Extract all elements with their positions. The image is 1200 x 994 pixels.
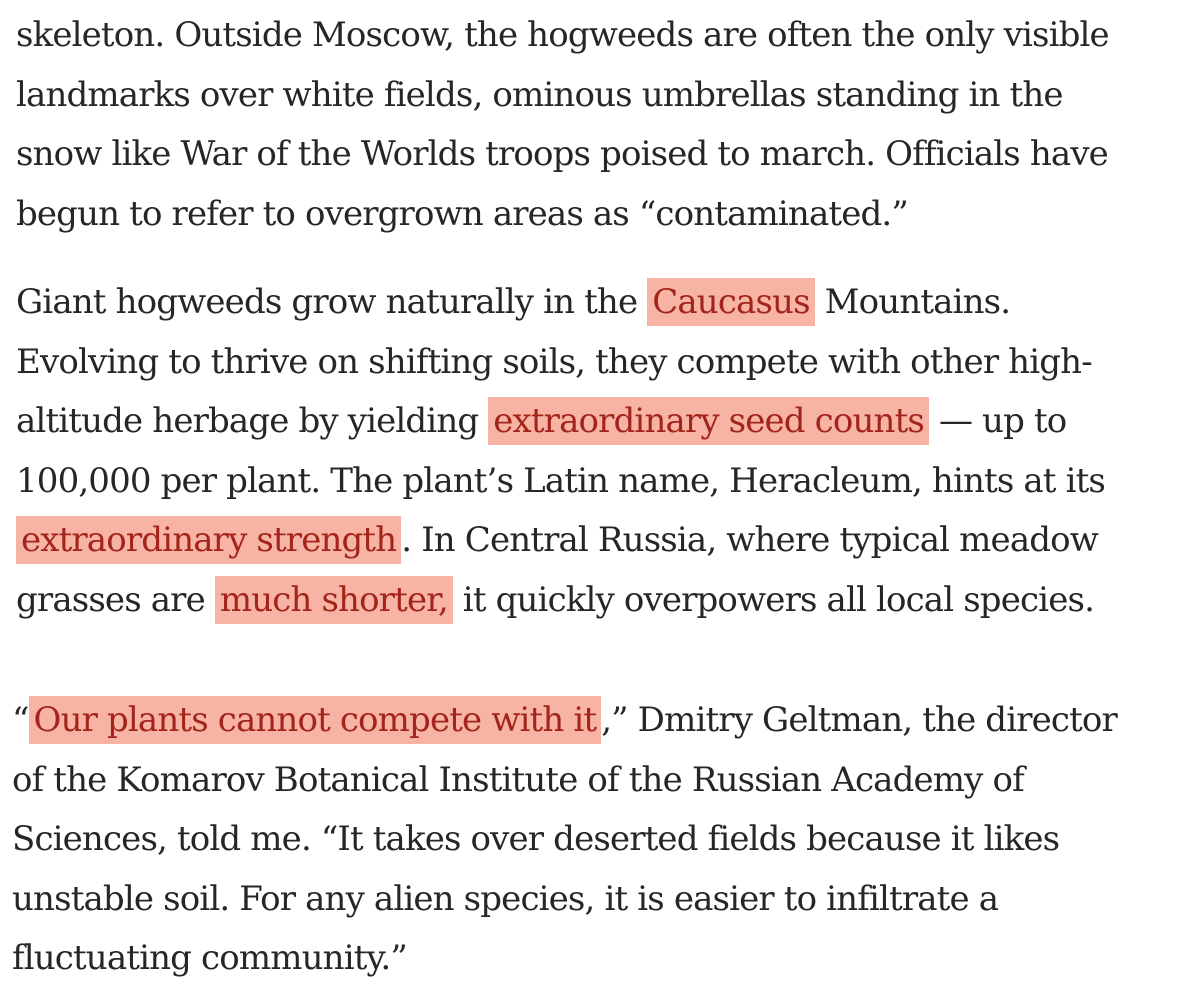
text-line: Sciences, told me. “It takes over desert…: [12, 810, 1117, 870]
text-line: landmarks over white fields, ominous umb…: [16, 66, 1109, 126]
text-segment: Mountains.: [814, 282, 1011, 322]
text-line: 100,000 per plant. The plant’s Latin nam…: [16, 452, 1106, 512]
highlighted-phrase[interactable]: extraordinary strength: [16, 516, 402, 564]
text-segment: “: [12, 700, 29, 740]
text-line: grasses are much shorter, it quickly ove…: [16, 571, 1105, 631]
article-body: skeleton. Outside Moscow, the hogweeds a…: [0, 0, 1200, 994]
text-segment: skeleton. Outside Moscow, the hogweeds a…: [16, 15, 1110, 55]
text-segment: altitude herbage by yielding: [16, 401, 489, 441]
text-segment: snow like War of the Worlds troops poise…: [16, 134, 1109, 174]
paragraph-hogweed-landmarks: skeleton. Outside Moscow, the hogweeds a…: [16, 6, 1110, 245]
text-line: begun to refer to overgrown areas as “co…: [16, 185, 1109, 245]
text-line: Evolving to thrive on shifting soils, th…: [16, 333, 1105, 393]
text-segment: unstable soil. For any alien species, it…: [12, 878, 999, 919]
text-line: skeleton. Outside Moscow, the hogweeds a…: [16, 6, 1110, 66]
highlighted-phrase[interactable]: Caucasus: [647, 278, 815, 326]
highlighted-phrase[interactable]: Our plants cannot compete with it: [28, 696, 602, 744]
text-segment: Giant hogweeds grow naturally in the: [16, 282, 648, 322]
text-line: fluctuating community.”: [12, 929, 1117, 989]
text-segment: — up to: [928, 401, 1067, 441]
text-line: altitude herbage by yielding extraordina…: [16, 392, 1105, 452]
text-segment: ,” Dmitry Geltman, the director: [601, 700, 1118, 740]
text-segment: Sciences, told me. “It takes over desert…: [12, 819, 1060, 859]
text-line: extraordinary strength. In Central Russi…: [16, 511, 1105, 571]
text-segment: of the Komarov Botanical Institute of th…: [12, 759, 1025, 800]
text-segment: begun to refer to overgrown areas as “co…: [16, 193, 909, 234]
text-segment: grasses are: [16, 579, 215, 620]
text-segment: Evolving to thrive on shifting soils, th…: [16, 341, 1093, 382]
text-segment: landmarks over white fields, ominous umb…: [16, 74, 1063, 115]
text-segment: it quickly overpowers all local species.: [452, 579, 1095, 620]
text-line: of the Komarov Botanical Institute of th…: [12, 751, 1117, 811]
paragraph-caucasus-origin: Giant hogweeds grow naturally in the Cau…: [16, 273, 1106, 631]
text-line: snow like War of the Worlds troops poise…: [16, 125, 1109, 185]
text-line: Giant hogweeds grow naturally in the Cau…: [16, 273, 1105, 333]
highlighted-phrase[interactable]: extraordinary seed counts: [488, 397, 929, 445]
text-line: unstable soil. For any alien species, it…: [12, 870, 1117, 930]
text-segment: 100,000 per plant. The plant’s Latin nam…: [16, 460, 1106, 501]
highlighted-phrase[interactable]: much shorter,: [214, 575, 453, 624]
paragraph-geltman-quote: “Our plants cannot compete with it,” Dmi…: [12, 691, 1118, 989]
text-segment: fluctuating community.”: [12, 938, 408, 978]
text-line: “Our plants cannot compete with it,” Dmi…: [12, 691, 1118, 751]
text-segment: . In Central Russia, where typical meado…: [401, 520, 1099, 560]
